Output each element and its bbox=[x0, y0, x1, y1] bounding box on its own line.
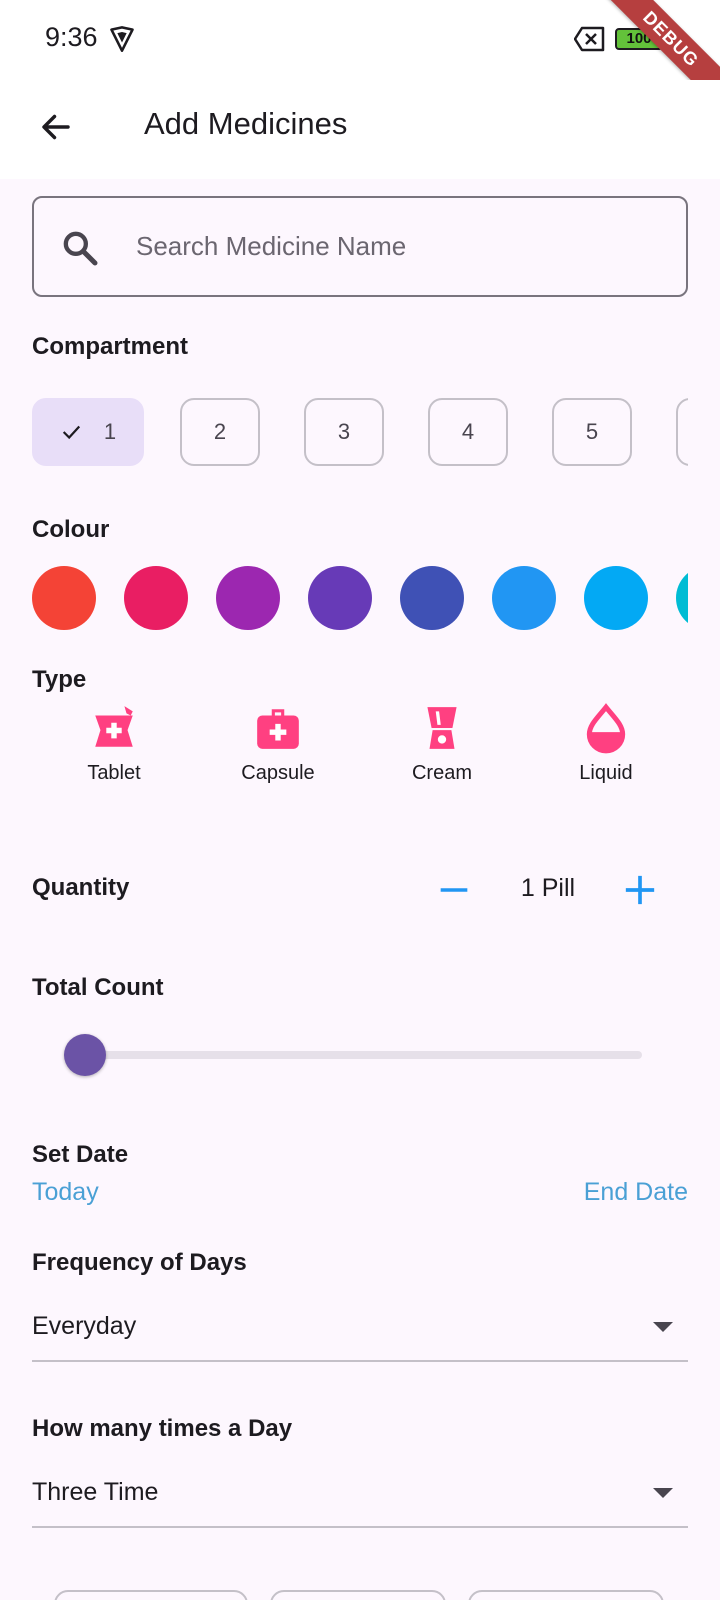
compartment-chip-1[interactable]: 1 bbox=[32, 398, 144, 466]
dose-time-chip-1[interactable] bbox=[54, 1590, 248, 1600]
type-liquid[interactable]: Liquid bbox=[546, 700, 666, 785]
compartment-chip-2[interactable]: 2 bbox=[180, 398, 260, 466]
start-date-link[interactable]: Today bbox=[32, 1178, 99, 1207]
frequency-dropdown[interactable]: Everyday bbox=[32, 1298, 688, 1362]
colour-swatch[interactable] bbox=[492, 566, 556, 630]
slider-thumb[interactable] bbox=[64, 1034, 106, 1076]
frequency-label: Frequency of Days bbox=[32, 1249, 247, 1276]
frequency-value: Everyday bbox=[32, 1312, 137, 1340]
status-time: 9:36 bbox=[45, 22, 98, 52]
capsule-icon bbox=[257, 709, 299, 749]
search-field[interactable] bbox=[32, 196, 688, 297]
colour-swatch[interactable] bbox=[308, 566, 372, 630]
compartment-chip-6[interactable] bbox=[676, 398, 688, 466]
vpn-shield-icon bbox=[110, 26, 134, 52]
quantity-decrement-button[interactable] bbox=[432, 868, 476, 912]
colour-label: Colour bbox=[32, 516, 110, 543]
type-capsule[interactable]: Capsule bbox=[218, 700, 338, 785]
search-input[interactable] bbox=[136, 200, 656, 293]
quantity-label: Quantity bbox=[32, 874, 130, 901]
minus-icon bbox=[440, 888, 468, 892]
plus-icon bbox=[625, 875, 655, 905]
check-icon bbox=[62, 425, 80, 440]
type-tablet[interactable]: Tablet bbox=[54, 700, 174, 785]
dose-time-chip-2[interactable] bbox=[270, 1590, 446, 1600]
cream-icon bbox=[427, 707, 457, 749]
colour-swatch[interactable] bbox=[124, 566, 188, 630]
quantity-increment-button[interactable] bbox=[618, 868, 662, 912]
times-a-day-label: How many times a Day bbox=[32, 1415, 293, 1442]
type-label: Type bbox=[32, 666, 87, 693]
colour-swatch[interactable] bbox=[216, 566, 280, 630]
total-count-slider[interactable] bbox=[64, 1034, 642, 1076]
back-button[interactable] bbox=[33, 104, 79, 150]
end-date-link[interactable]: End Date bbox=[584, 1178, 688, 1207]
quantity-value: 1 Pill bbox=[520, 874, 576, 902]
type-cream[interactable]: Cream bbox=[382, 700, 502, 785]
compartment-chips: 1 2 3 4 5 bbox=[32, 398, 688, 468]
arrow-back-icon bbox=[42, 114, 70, 140]
status-bar: 9:36 100 DEBUG bbox=[0, 0, 720, 117]
times-a-day-dropdown[interactable]: Three Time bbox=[32, 1464, 688, 1528]
compartment-label: Compartment bbox=[32, 333, 189, 360]
compartment-chip-3[interactable]: 3 bbox=[304, 398, 384, 466]
times-a-day-value: Three Time bbox=[32, 1478, 159, 1506]
no-sim-icon bbox=[574, 26, 605, 52]
app-bar: Add Medicines bbox=[0, 80, 720, 179]
page-title: Add Medicines bbox=[144, 106, 348, 141]
tablet-icon bbox=[95, 706, 133, 747]
liquid-icon bbox=[586, 703, 626, 754]
total-count-label: Total Count bbox=[32, 974, 164, 1001]
slider-track bbox=[82, 1051, 642, 1059]
colour-swatch[interactable] bbox=[400, 566, 464, 630]
colour-swatch[interactable] bbox=[32, 566, 96, 630]
dropdown-arrow-icon bbox=[653, 1488, 673, 1498]
compartment-chip-5[interactable]: 5 bbox=[552, 398, 632, 466]
compartment-chip-4[interactable]: 4 bbox=[428, 398, 508, 466]
dropdown-arrow-icon bbox=[653, 1322, 673, 1332]
search-icon bbox=[63, 231, 98, 266]
colour-swatch[interactable] bbox=[676, 566, 688, 630]
colour-swatch[interactable] bbox=[584, 566, 648, 630]
set-date-label: Set Date bbox=[32, 1141, 129, 1168]
colour-swatches bbox=[32, 566, 688, 632]
dose-time-chip-3[interactable] bbox=[468, 1590, 664, 1600]
